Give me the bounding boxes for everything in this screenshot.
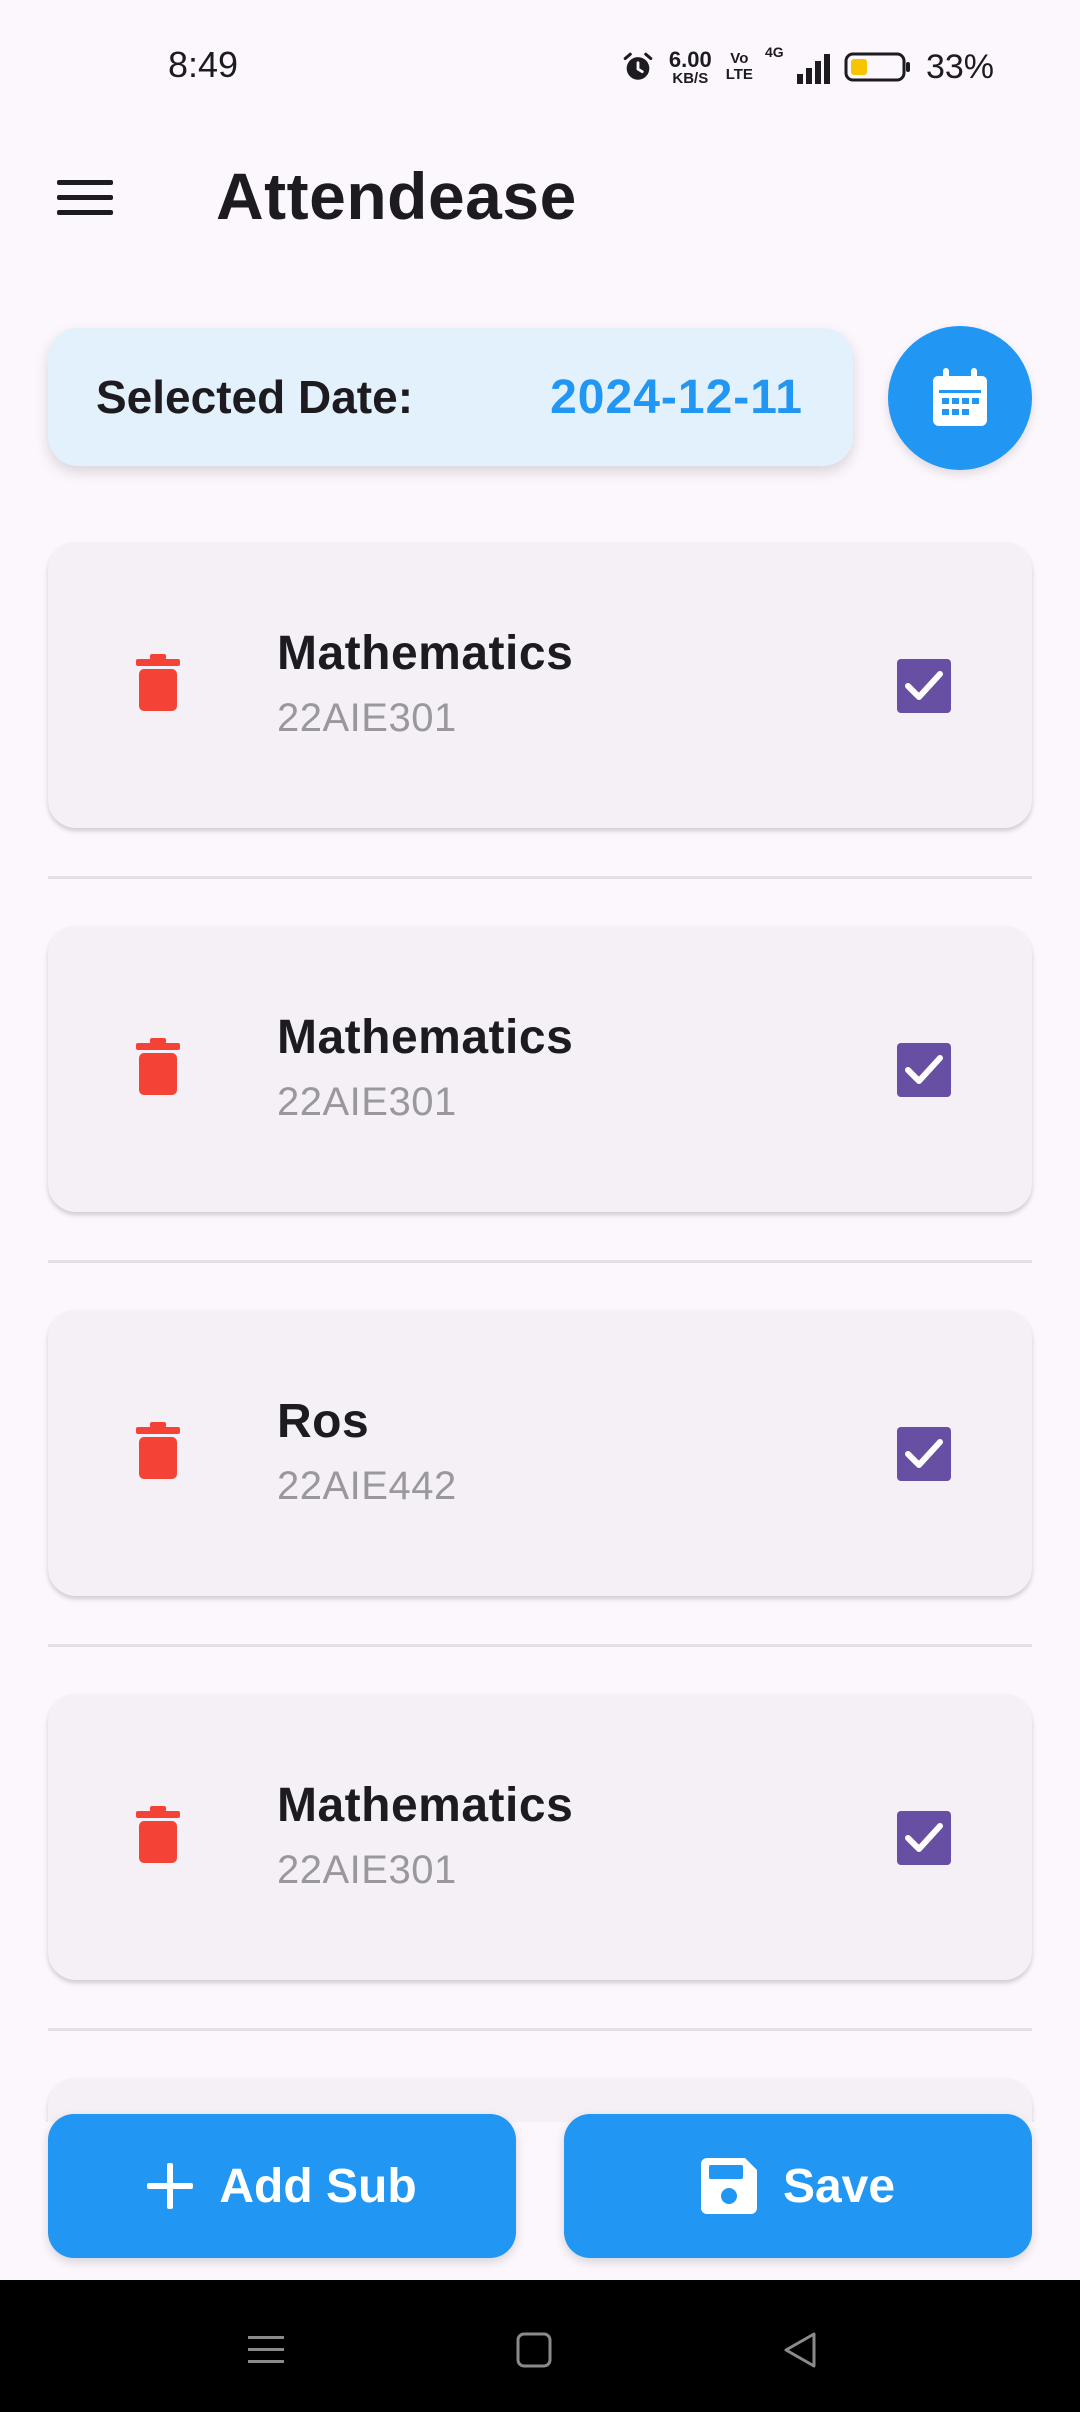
check-icon xyxy=(905,1823,943,1852)
divider xyxy=(48,2028,1032,2031)
check-icon xyxy=(905,1055,943,1084)
menu-button[interactable] xyxy=(40,158,130,238)
delete-subject-button[interactable] xyxy=(128,1422,188,1486)
subject-code: 22AIE442 xyxy=(277,1464,457,1508)
network-type: 4G xyxy=(764,44,784,60)
trash-icon xyxy=(136,1038,180,1095)
check-icon xyxy=(905,671,943,700)
attendance-checkbox[interactable] xyxy=(897,659,951,713)
subject-code: 22AIE301 xyxy=(277,1080,457,1124)
net-speed-value: 6.00 xyxy=(668,46,712,72)
pick-date-button[interactable] xyxy=(888,326,1032,470)
subject-card: Mathematics 22AIE301 xyxy=(48,926,1032,1212)
nav-back-button[interactable] xyxy=(770,2320,830,2380)
trash-icon xyxy=(136,1422,180,1479)
status-bar: 8:49 6.00 KB/S Vo LTE 4G 33% xyxy=(0,0,1080,110)
net-speed: 6.00 KB/S xyxy=(668,46,712,87)
hamburger-menu-icon xyxy=(57,180,113,215)
save-label: Save xyxy=(782,2159,896,2213)
divider xyxy=(48,1644,1032,1647)
app-bar: Attendease xyxy=(0,130,1080,260)
subject-name: Ros xyxy=(277,1395,370,1448)
subject-list[interactable]: Mathematics 22AIE301 Mathematics 22AIE30… xyxy=(0,542,1080,2122)
volte-bottom: LTE xyxy=(725,66,753,83)
volte-indicator: Vo LTE xyxy=(726,51,753,83)
save-button[interactable]: Save xyxy=(564,2114,1032,2258)
divider xyxy=(48,1260,1032,1263)
app-title: Attendease xyxy=(216,159,577,233)
recents-icon xyxy=(248,2336,284,2363)
trash-icon xyxy=(136,654,180,711)
add-subject-label: Add Sub xyxy=(219,2159,417,2213)
status-icons: 6.00 KB/S Vo LTE 4G 33% xyxy=(621,42,994,92)
selected-date-value: 2024-12-11 xyxy=(550,371,803,424)
back-icon xyxy=(784,2332,816,2368)
check-icon xyxy=(905,1439,943,1468)
subject-name: Mathematics xyxy=(277,627,574,680)
subject-code: 22AIE301 xyxy=(277,1848,457,1892)
nav-home-button[interactable] xyxy=(504,2320,564,2380)
volte-top: Vo xyxy=(730,50,749,68)
subject-card: Mathematics 22AIE301 xyxy=(48,542,1032,828)
subject-card: Mathematics 22AIE301 xyxy=(48,1694,1032,1980)
signal-icon: 4G xyxy=(765,44,830,84)
subject-name: Mathematics xyxy=(277,1011,574,1064)
action-bar: Add Sub Save xyxy=(0,2112,1080,2258)
delete-subject-button[interactable] xyxy=(128,654,188,718)
delete-subject-button[interactable] xyxy=(128,1806,188,1870)
trash-icon xyxy=(136,1806,180,1863)
attendance-checkbox[interactable] xyxy=(897,1427,951,1481)
subject-code: 22AIE301 xyxy=(277,696,457,740)
screen: 8:49 6.00 KB/S Vo LTE 4G 33% Attendease … xyxy=(0,0,1080,2412)
status-time: 8:49 xyxy=(168,44,239,85)
system-navigation-bar xyxy=(0,2280,1080,2412)
battery-percent: 33% xyxy=(925,47,994,86)
plus-icon xyxy=(147,2163,194,2209)
add-subject-button[interactable]: Add Sub xyxy=(48,2114,516,2258)
alarm-icon xyxy=(623,52,653,80)
calendar-icon xyxy=(933,368,987,426)
subject-name: Mathematics xyxy=(277,1779,574,1832)
attendance-checkbox[interactable] xyxy=(897,1043,951,1097)
home-icon xyxy=(516,2332,552,2368)
selected-date-card: Selected Date: 2024-12-11 xyxy=(48,328,853,466)
nav-recents-button[interactable] xyxy=(236,2320,296,2380)
divider xyxy=(48,876,1032,879)
net-speed-unit: KB/S xyxy=(672,69,709,87)
battery-icon xyxy=(844,52,910,82)
delete-subject-button[interactable] xyxy=(128,1038,188,1102)
selected-date-label: Selected Date: xyxy=(96,371,414,423)
attendance-checkbox[interactable] xyxy=(897,1811,951,1865)
save-icon xyxy=(700,2158,757,2214)
subject-card: Ros 22AIE442 xyxy=(48,1310,1032,1596)
